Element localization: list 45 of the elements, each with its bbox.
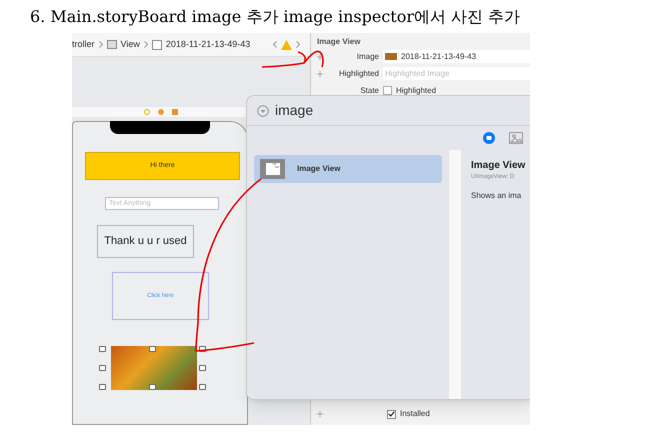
objects-tab-icon[interactable]	[483, 132, 495, 144]
breadcrumb-item[interactable]: View	[120, 38, 140, 52]
forward-icon[interactable]	[296, 41, 300, 48]
view-icon	[106, 40, 117, 49]
library-item[interactable]: Image View	[254, 155, 442, 183]
thank-you-label: Thank u u r used	[97, 225, 194, 258]
highlighted-image-field[interactable]: Highlighted Image	[383, 67, 530, 80]
resize-handle[interactable]	[149, 346, 156, 352]
back-icon[interactable]	[273, 41, 277, 48]
field-label: Image	[356, 50, 379, 62]
resize-handle[interactable]	[99, 346, 106, 352]
checkbox[interactable]	[383, 86, 392, 95]
checkbox-label: Highlighted	[396, 84, 436, 96]
search-field[interactable]: image	[275, 100, 314, 121]
annotation-stroke	[261, 50, 324, 68]
add-variation-icon[interactable]	[317, 411, 323, 417]
inspector-title: Image View	[317, 36, 362, 48]
add-variation-icon[interactable]	[317, 54, 323, 60]
breadcrumb-item[interactable]: troller	[72, 38, 95, 52]
responder-icon[interactable]	[158, 109, 164, 115]
filter-icon[interactable]	[257, 104, 269, 116]
image-tab-icon[interactable]	[509, 132, 523, 144]
image-name-field[interactable]: 2018-11-21-13-49-43	[383, 50, 530, 63]
controller-icon[interactable]	[144, 109, 150, 115]
resize-handle[interactable]	[149, 384, 156, 390]
checkmark-icon	[388, 411, 395, 417]
resize-handle[interactable]	[99, 384, 106, 390]
chevron-icon[interactable]	[144, 41, 148, 48]
field-label: Highlighted	[338, 68, 379, 80]
image-view-icon	[260, 159, 285, 179]
resize-handle[interactable]	[199, 365, 206, 371]
installed-checkbox[interactable]	[387, 410, 396, 418]
field-label: State	[359, 84, 379, 96]
resize-handle[interactable]	[99, 365, 106, 371]
detail-title: Image View	[471, 159, 526, 173]
chevron-icon[interactable]	[98, 41, 103, 48]
image-thumbnail-icon	[385, 53, 397, 60]
checkbox-label: Installed	[400, 408, 430, 420]
breadcrumb-item[interactable]: 2018-11-21-13-49-43	[166, 38, 250, 52]
page-heading: 6. Main.storyBoard image 추가 image inspector에서 사진 추가	[29, 6, 522, 28]
detail-description: Shows an ima	[471, 190, 522, 202]
image-file-icon	[152, 40, 162, 50]
resize-handle[interactable]	[199, 384, 206, 390]
warning-icon	[281, 40, 292, 50]
add-variation-icon[interactable]	[317, 70, 323, 76]
